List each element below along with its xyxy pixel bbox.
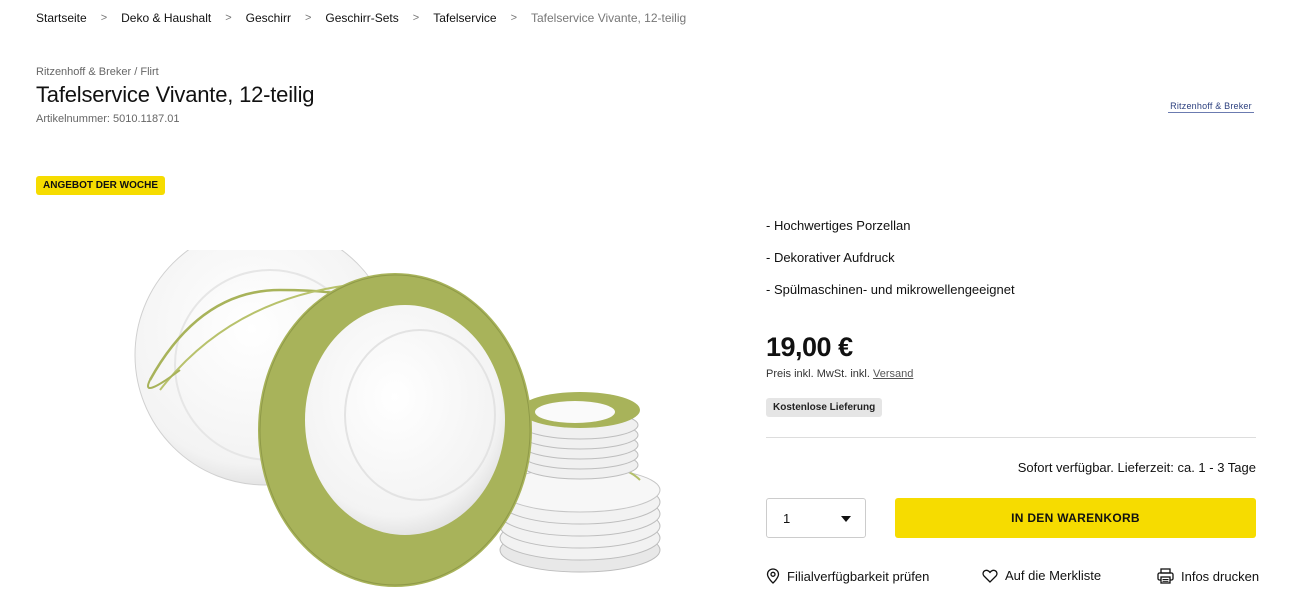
store-availability-link[interactable]: Filialverfügbarkeit prüfen <box>766 568 929 584</box>
offer-badge: ANGEBOT DER WOCHE <box>36 176 165 195</box>
wishlist-label: Auf die Merkliste <box>1005 568 1102 583</box>
store-availability-label: Filialverfügbarkeit prüfen <box>787 568 930 584</box>
wishlist-link[interactable]: Auf die Merkliste <box>982 568 1101 583</box>
price-note-text: Preis inkl. MwSt. inkl. <box>766 368 870 380</box>
breadcrumb-deko-haushalt[interactable]: Deko & Haushalt <box>121 11 211 25</box>
availability-text: Sofort verfügbar. Lieferzeit: ca. 1 - 3 … <box>1017 460 1256 475</box>
shipping-link[interactable]: Versand <box>873 368 913 380</box>
breadcrumb-geschirr-sets[interactable]: Geschirr-Sets <box>325 11 398 25</box>
breadcrumb-current: Tafelservice Vivante, 12-teilig <box>531 11 687 25</box>
quantity-value: 1 <box>783 510 791 526</box>
chevron-down-icon <box>841 516 851 522</box>
chevron-right-icon: > <box>100 12 108 24</box>
chevron-right-icon: > <box>304 12 312 24</box>
deep-plate <box>258 273 532 587</box>
price-note: Preis inkl. MwSt. inkl. Versand <box>766 368 913 380</box>
brand-logo[interactable]: Ritzenhoff & Breker <box>1168 101 1254 113</box>
price: 19,00 € <box>766 332 853 362</box>
article-number: Artikelnummer: 5010.1187.01 <box>36 113 180 125</box>
divider <box>766 437 1256 438</box>
breadcrumb-startseite[interactable]: Startseite <box>36 11 87 25</box>
quantity-select[interactable]: 1 <box>766 498 866 538</box>
chevron-right-icon: > <box>412 12 420 24</box>
page-title: Tafelservice Vivante, 12-teilig <box>36 82 315 107</box>
print-link[interactable]: Infos drucken <box>1157 568 1259 584</box>
brand-line: Ritzenhoff & Breker / Flirt <box>36 66 159 78</box>
add-to-cart-button[interactable]: IN DEN WARENKORB <box>895 498 1256 538</box>
free-delivery-badge: Kostenlose Lieferung <box>766 398 883 417</box>
feature-item: - Spülmaschinen- und mikrowellengeeignet <box>766 282 1015 297</box>
heart-icon <box>982 569 998 583</box>
breadcrumb: Startseite > Deko & Haushalt > Geschirr … <box>36 11 686 25</box>
feature-item: - Hochwertiges Porzellan <box>766 218 911 233</box>
location-pin-icon <box>766 568 780 584</box>
chevron-right-icon: > <box>225 12 232 24</box>
printer-icon <box>1157 568 1174 584</box>
product-image[interactable] <box>120 250 680 607</box>
chevron-right-icon: > <box>510 12 517 24</box>
print-label: Infos drucken <box>1181 568 1260 584</box>
feature-item: - Dekorativer Aufdruck <box>766 250 895 265</box>
feature-list: - Hochwertiges Porzellan - Dekorativer A… <box>766 218 1015 314</box>
breadcrumb-tafelservice[interactable]: Tafelservice <box>433 11 496 25</box>
breadcrumb-geschirr[interactable]: Geschirr <box>246 11 291 25</box>
